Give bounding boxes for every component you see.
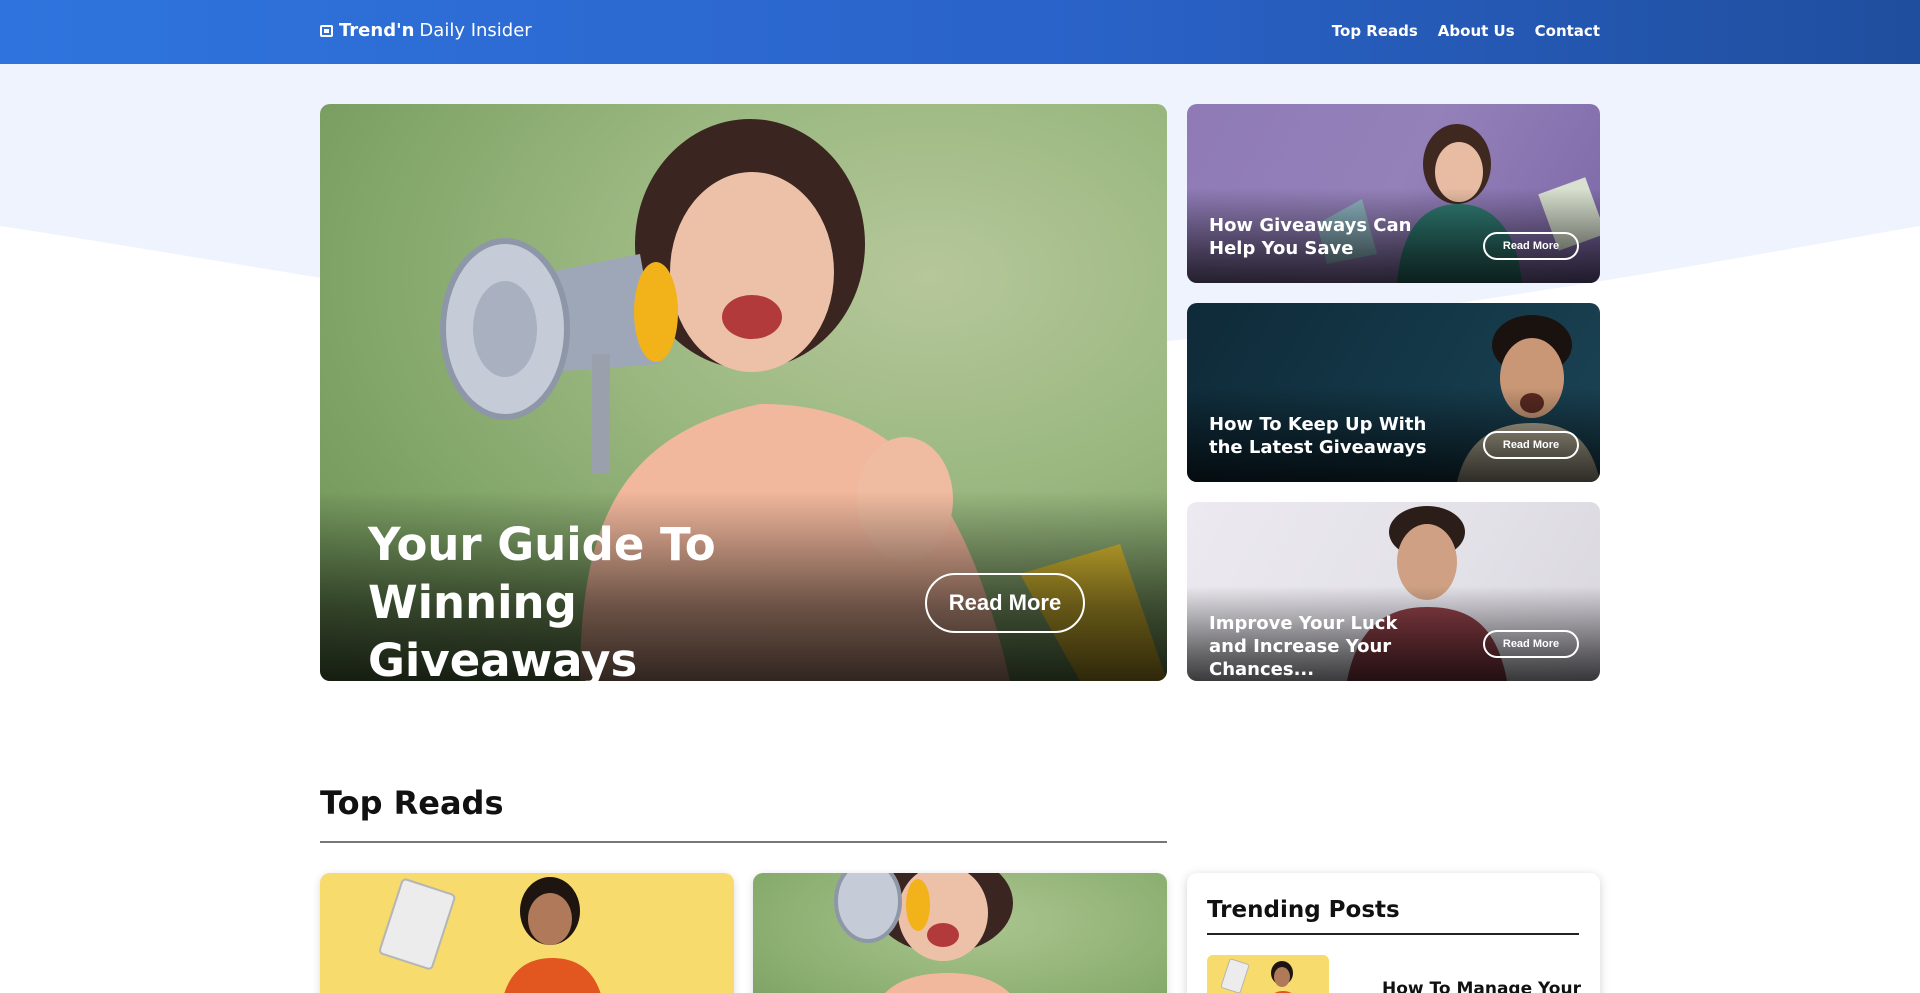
trending-post-thumbnail[interactable]: [1207, 955, 1329, 993]
thumbnail-image: [1220, 958, 1293, 993]
card-image: [834, 873, 1013, 993]
card-title[interactable]: How Giveaways Can Help You Save: [1209, 214, 1439, 260]
hero-read-more-button[interactable]: Read More: [925, 573, 1085, 633]
top-read-card[interactable]: [320, 873, 734, 993]
card-image: [379, 877, 601, 993]
top-read-card[interactable]: [753, 873, 1167, 993]
section-divider: [320, 841, 1167, 843]
feature-card-latest[interactable]: How To Keep Up With the Latest Giveaways…: [1187, 303, 1600, 482]
main-nav: Top Reads About Us Contact: [1332, 22, 1600, 40]
trending-posts-heading: Trending Posts: [1207, 897, 1400, 923]
nav-contact[interactable]: Contact: [1535, 22, 1600, 40]
hero-title[interactable]: Your Guide To Winning Giveaways: [368, 516, 838, 681]
card-read-more-button[interactable]: Read More: [1483, 431, 1579, 459]
site-header: Trend'n Daily Insider Top Reads About Us…: [0, 0, 1920, 64]
card-read-more-button[interactable]: Read More: [1483, 630, 1579, 658]
site-logo[interactable]: Trend'n Daily Insider: [320, 20, 532, 41]
trending-post-title[interactable]: How To Manage Your: [1382, 979, 1581, 993]
nav-about-us[interactable]: About Us: [1438, 22, 1515, 40]
logo-brand-text: Trend'n: [339, 20, 415, 41]
feature-card-luck[interactable]: Improve Your Luck and Increase Your Chan…: [1187, 502, 1600, 681]
hero-feature[interactable]: Your Guide To Winning Giveaways Read Mor…: [320, 104, 1167, 681]
feature-card-save[interactable]: How Giveaways Can Help You Save Read Mor…: [1187, 104, 1600, 283]
logo-site-name: Daily Insider: [419, 20, 532, 41]
trending-posts-panel: Trending Posts How To Manage Your: [1187, 873, 1600, 993]
top-reads-heading: Top Reads: [320, 784, 504, 822]
card-title[interactable]: Improve Your Luck and Increase Your Chan…: [1209, 612, 1439, 681]
card-title[interactable]: How To Keep Up With the Latest Giveaways: [1209, 413, 1439, 459]
nav-top-reads[interactable]: Top Reads: [1332, 22, 1418, 40]
card-read-more-button[interactable]: Read More: [1483, 232, 1579, 260]
trending-divider: [1207, 933, 1579, 935]
logo-icon: [320, 24, 333, 37]
